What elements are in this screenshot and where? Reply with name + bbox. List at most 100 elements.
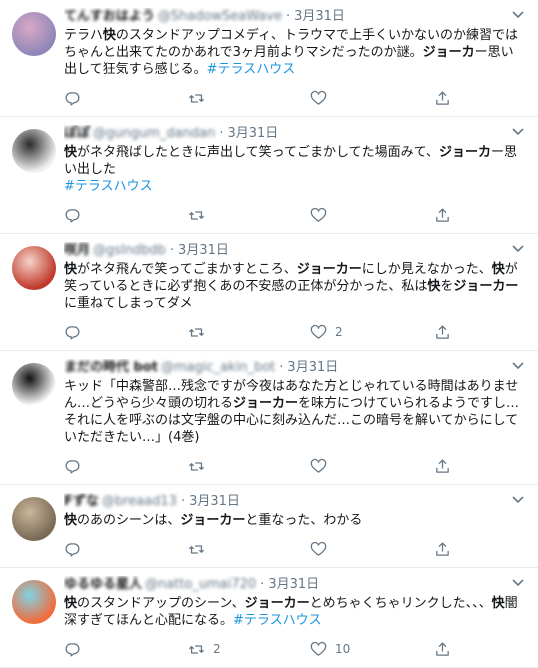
user-handle[interactable]: @ShadowSeaWave	[158, 9, 282, 24]
share-icon	[436, 90, 449, 105]
tweet-date[interactable]: 3月31日	[189, 494, 240, 509]
tweet-date[interactable]: 3月31日	[294, 9, 345, 24]
retweet-button[interactable]	[188, 88, 213, 108]
reply-button[interactable]	[64, 88, 81, 108]
chevron-down-icon[interactable]	[512, 10, 524, 20]
retweet-button[interactable]	[188, 539, 213, 559]
tweet[interactable]: 咲月 @gslndbdb · 3月31日 快がネタ飛んで笑ってごまかすところ、ジョーカ…	[0, 234, 538, 351]
highlighted-keyword: 快	[64, 262, 78, 277]
avatar[interactable]	[12, 580, 56, 624]
tweet-text: 快がネタ飛ばしたときに声出して笑ってごまかしてた場面みて、ジョーカー思い出した #…	[64, 144, 526, 195]
display-name[interactable]: てんすおはよう	[64, 9, 155, 24]
like-button[interactable]	[310, 205, 335, 225]
reply-button[interactable]	[64, 205, 81, 225]
highlighted-keyword: ジョーカー	[244, 596, 310, 611]
share-button[interactable]	[434, 539, 451, 559]
like-button[interactable]: 10	[310, 639, 350, 659]
reply-button[interactable]	[64, 639, 81, 659]
separator-dot: ·	[279, 360, 284, 375]
highlighted-keyword: 快	[64, 596, 78, 611]
hashtag-link[interactable]: #テラスハウス	[233, 613, 322, 628]
like-icon	[310, 324, 327, 339]
like-count: 2	[335, 325, 343, 339]
reply-button[interactable]	[64, 322, 81, 342]
retweet-button[interactable]: 2	[188, 639, 221, 659]
like-button[interactable]	[310, 456, 335, 476]
chevron-down-icon[interactable]	[512, 578, 524, 588]
tweet-header: てんすおはよう @ShadowSeaWave · 3月31日	[64, 8, 526, 26]
share-button[interactable]	[434, 88, 451, 108]
display-name[interactable]: ぽぽ	[64, 126, 90, 141]
tweet-date[interactable]: 3月31日	[287, 360, 338, 375]
tweet[interactable]: ゆるゆる星人 @natto_umai720 · 3月31日 快のスタンドアップのシーン…	[0, 568, 538, 668]
display-name[interactable]: ゆるゆる星人	[64, 577, 142, 592]
user-handle[interactable]: @magic_akin_bot	[161, 360, 275, 375]
share-icon	[436, 641, 449, 656]
retweet-count: 2	[213, 642, 221, 656]
retweet-icon	[188, 93, 205, 103]
tweet[interactable]: ぽぽ @gungum_dandan · 3月31日 快がネタ飛ばしたときに声出して笑っ…	[0, 117, 538, 234]
chevron-down-icon[interactable]	[512, 127, 524, 137]
user-handle[interactable]: @gungum_dandan	[93, 126, 215, 141]
highlighted-keyword: 快	[64, 513, 78, 528]
avatar[interactable]	[12, 363, 56, 407]
share-button[interactable]	[434, 639, 451, 659]
reply-button[interactable]	[64, 539, 81, 559]
tweet-date[interactable]: 3月31日	[178, 243, 229, 258]
tweet-text: キッド「中森警部…残念ですが今夜はあなた方とじゃれている時間はありません…どうや…	[64, 378, 526, 446]
like-icon	[310, 458, 327, 473]
display-name[interactable]: 咲月	[64, 243, 90, 258]
tweet[interactable]: Fずな @breaad13 · 3月31日 快のあのシーンは、ジョーカーと重なった、わ…	[0, 485, 538, 568]
reply-icon	[65, 208, 80, 223]
like-button[interactable]	[310, 88, 335, 108]
hashtag-link[interactable]: #テラスハウス	[207, 62, 296, 77]
chevron-down-icon[interactable]	[512, 495, 524, 505]
tweet-date[interactable]: 3月31日	[268, 577, 319, 592]
retweet-button[interactable]	[188, 322, 213, 342]
tweet-text: 快がネタ飛んで笑ってごまかすところ、ジョーカーにしか見えなかった、快が笑っている…	[64, 261, 526, 312]
like-count: 10	[335, 642, 351, 656]
highlighted-keyword: ジョーカー	[180, 513, 246, 528]
text-segment: に重ねてしまってダメ	[64, 296, 193, 311]
like-icon	[310, 641, 327, 656]
highlighted-keyword: 快	[491, 262, 505, 277]
tweet-actions: 2	[64, 320, 526, 350]
user-handle[interactable]: @breaad13	[102, 494, 177, 509]
tweet[interactable]: まだの時代 bot @magic_akin_bot · 3月31日 キッド「中森警部……	[0, 351, 538, 485]
tweet-date[interactable]: 3月31日	[227, 126, 278, 141]
chevron-down-icon[interactable]	[512, 361, 524, 371]
separator-dot: ·	[285, 9, 291, 24]
share-button[interactable]	[434, 322, 451, 342]
retweet-icon	[188, 210, 205, 220]
tweet-header: ゆるゆる星人 @natto_umai720 · 3月31日	[64, 576, 526, 594]
reply-icon	[65, 459, 80, 474]
text-segment: がネタ飛んで笑ってごまかすところ、	[77, 262, 297, 277]
tweet-text: テラハ快のスタンドアップコメディ、トラウマで上手くいかないのか練習ではちゃんと出…	[64, 27, 526, 78]
display-name[interactable]: Fずな	[64, 494, 99, 509]
retweet-button[interactable]	[188, 456, 213, 476]
text-segment: のスタンドアップのシーン、	[77, 596, 245, 611]
share-button[interactable]	[434, 205, 451, 225]
text-segment: と重なった、わかる	[245, 513, 363, 528]
reply-button[interactable]	[64, 456, 81, 476]
tweet-text: 快のスタンドアップのシーン、ジョーカーとめちゃくちゃリンクした、、、快闇深すぎて…	[64, 595, 526, 629]
hashtag-link[interactable]: #テラスハウス	[64, 179, 153, 194]
user-handle[interactable]: @natto_umai720	[145, 577, 256, 592]
like-button[interactable]	[310, 539, 335, 559]
separator-dot: ·	[180, 494, 186, 509]
avatar[interactable]	[12, 246, 56, 290]
user-handle[interactable]: @gslndbdb	[93, 243, 166, 258]
separator-dot: ·	[169, 243, 175, 258]
like-button[interactable]: 2	[310, 322, 343, 342]
tweet-feed: てんすおはよう @ShadowSeaWave · 3月31日 テラハ快のスタンドアップ…	[0, 0, 538, 668]
chevron-down-icon[interactable]	[512, 244, 524, 254]
retweet-icon	[188, 544, 205, 554]
display-name[interactable]: まだの時代 bot	[64, 360, 158, 375]
avatar[interactable]	[12, 12, 56, 56]
avatar[interactable]	[12, 497, 56, 541]
share-button[interactable]	[434, 456, 451, 476]
avatar[interactable]	[12, 129, 56, 173]
text-segment: テラハ	[64, 28, 103, 43]
tweet[interactable]: てんすおはよう @ShadowSeaWave · 3月31日 テラハ快のスタンドアップ…	[0, 0, 538, 117]
retweet-button[interactable]	[188, 205, 213, 225]
